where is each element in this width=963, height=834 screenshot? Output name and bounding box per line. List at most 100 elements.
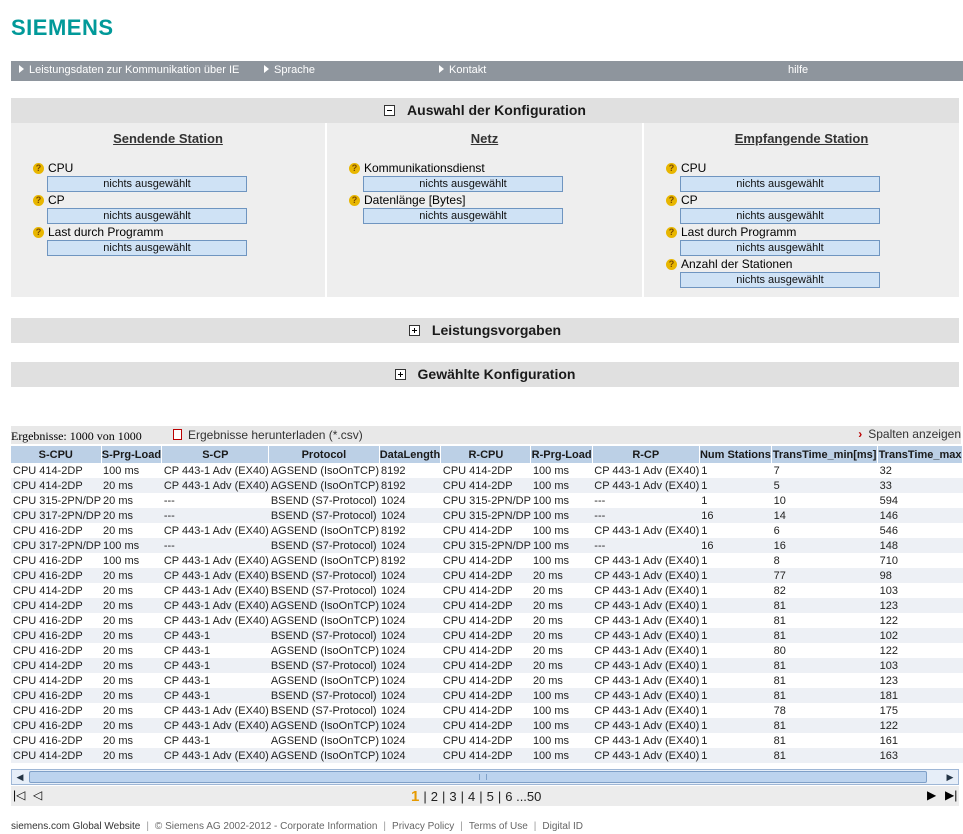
- table-row[interactable]: CPU 414-2DP 20 ms CP 443-1 Adv (EX40) AGSEN…: [11, 478, 963, 493]
- nav-link-leistungsdaten[interactable]: Leistungsdaten zur Kommunikation über IE: [19, 64, 239, 76]
- table-cell: 1: [699, 703, 772, 718]
- table-row[interactable]: CPU 416-2DP 20 ms CP 443-1 Adv (EX40) AGSEN…: [11, 718, 963, 733]
- page-current[interactable]: 1: [411, 788, 419, 805]
- table-cell: CP 443-1 Adv (EX40): [592, 628, 700, 643]
- column-header[interactable]: S-CPU: [11, 446, 102, 463]
- download-csv-link[interactable]: Ergebnisse herunterladen (*.csv): [173, 428, 363, 442]
- siemens-logo[interactable]: SIEMENS: [11, 15, 114, 41]
- receiving-cpu-selector[interactable]: nichts ausgewählt: [680, 176, 880, 192]
- table-row[interactable]: CPU 416-2DP 20 ms CP 443-1 Adv (EX40) BSEND…: [11, 568, 963, 583]
- table-cell: 1024: [379, 748, 441, 763]
- table-cell: 1024: [379, 718, 441, 733]
- table-cell: CP 443-1: [161, 733, 269, 748]
- help-icon[interactable]: ?: [666, 162, 677, 174]
- table-cell: CP 443-1: [161, 688, 269, 703]
- nav-link-help[interactable]: hilfe: [788, 64, 808, 76]
- column-header[interactable]: TransTime_min[ms]: [771, 446, 879, 463]
- page-link[interactable]: 2: [431, 789, 438, 804]
- sending-cpu-selector[interactable]: nichts ausgewählt: [47, 176, 247, 192]
- receiving-load-selector[interactable]: nichts ausgewählt: [680, 240, 880, 256]
- help-icon[interactable]: ?: [33, 194, 44, 206]
- nav-link-kontakt[interactable]: Kontakt: [439, 64, 486, 76]
- table-cell: 546: [877, 523, 963, 538]
- table-row[interactable]: CPU 416-2DP 100 ms CP 443-1 Adv (EX40) AGSE…: [11, 553, 963, 568]
- help-icon[interactable]: ?: [666, 226, 677, 238]
- table-row[interactable]: CPU 317-2PN/DP 100 ms --- BSEND (S7-Protoco…: [11, 538, 963, 553]
- table-row[interactable]: CPU 315-2PN/DP 20 ms --- BSEND (S7-Protocol…: [11, 493, 963, 508]
- section-selected-header[interactable]: Gewählte Konfiguration: [11, 362, 959, 387]
- sending-cp-selector[interactable]: nichts ausgewählt: [47, 208, 247, 224]
- page-link[interactable]: 4: [468, 789, 475, 804]
- table-row[interactable]: CPU 416-2DP 20 ms CP 443-1 BSEND (S7-Protoc…: [11, 688, 963, 703]
- section-config-header[interactable]: Auswahl der Konfiguration: [11, 98, 959, 123]
- table-cell: 1024: [379, 628, 441, 643]
- table-row[interactable]: CPU 414-2DP 100 ms CP 443-1 Adv (EX40) AGSE…: [11, 463, 963, 478]
- column-header[interactable]: DataLength: [379, 446, 442, 463]
- table-row[interactable]: CPU 416-2DP 20 ms CP 443-1 Adv (EX40) AGSEN…: [11, 523, 963, 538]
- table-cell: AGSEND (IsoOnTCP): [268, 733, 379, 748]
- network-length-selector[interactable]: nichts ausgewählt: [363, 208, 563, 224]
- page-link[interactable]: 3: [449, 789, 456, 804]
- help-icon[interactable]: ?: [33, 162, 44, 174]
- help-icon[interactable]: ?: [349, 194, 360, 206]
- table-cell: CPU 414-2DP: [440, 613, 531, 628]
- receiving-station-title[interactable]: Empfangende Station: [644, 131, 959, 146]
- table-cell: 8192: [379, 523, 441, 538]
- table-cell: 81: [771, 628, 878, 643]
- footer-brand-link[interactable]: siemens.com Global Website: [11, 821, 140, 832]
- help-icon[interactable]: ?: [666, 194, 677, 206]
- table-row[interactable]: CPU 416-2DP 20 ms CP 443-1 Adv (EX40) BSEND…: [11, 703, 963, 718]
- sending-station-title[interactable]: Sendende Station: [11, 131, 325, 146]
- help-icon[interactable]: ?: [349, 162, 360, 174]
- footer-link-privacy[interactable]: Privacy Policy: [392, 821, 454, 832]
- help-icon[interactable]: ?: [666, 258, 677, 270]
- scrollbar-thumb[interactable]: [29, 771, 927, 783]
- section-performance-header[interactable]: Leistungsvorgaben: [11, 318, 959, 343]
- table-cell: 1: [699, 463, 772, 478]
- network-title[interactable]: Netz: [327, 131, 642, 146]
- column-header[interactable]: Num Stations: [699, 446, 773, 463]
- column-header[interactable]: R-CPU: [440, 446, 532, 463]
- scroll-left-icon[interactable]: ◀: [12, 770, 28, 784]
- show-columns-link[interactable]: › Spalten anzeigen: [858, 427, 961, 441]
- page-link-more[interactable]: 6 ...50: [505, 789, 541, 804]
- help-icon[interactable]: ?: [33, 226, 44, 238]
- table-row[interactable]: CPU 416-2DP 20 ms CP 443-1 Adv (EX40) AGSEN…: [11, 613, 963, 628]
- table-row[interactable]: CPU 414-2DP 20 ms CP 443-1 BSEND (S7-Protoc…: [11, 658, 963, 673]
- table-row[interactable]: CPU 414-2DP 20 ms CP 443-1 Adv (EX40) BSEND…: [11, 583, 963, 598]
- receiving-stations-selector[interactable]: nichts ausgewählt: [680, 272, 880, 288]
- table-cell: CPU 414-2DP: [440, 643, 531, 658]
- table-row[interactable]: CPU 317-2PN/DP 20 ms --- BSEND (S7-Protocol…: [11, 508, 963, 523]
- column-header[interactable]: R-Prg-Load: [530, 446, 593, 463]
- table-cell: 20 ms: [530, 583, 593, 598]
- column-header[interactable]: S-CP: [161, 446, 270, 463]
- previous-page-icon[interactable]: ◁: [33, 788, 42, 802]
- last-page-icon[interactable]: ▶|: [945, 788, 957, 802]
- horizontal-scrollbar[interactable]: ◀ ▶: [11, 769, 959, 785]
- table-cell: CPU 414-2DP: [11, 748, 102, 763]
- receiving-cp-selector[interactable]: nichts ausgewählt: [680, 208, 880, 224]
- table-row[interactable]: CPU 416-2DP 20 ms CP 443-1 BSEND (S7-Protoc…: [11, 628, 963, 643]
- column-header[interactable]: R-CP: [592, 446, 700, 463]
- table-row[interactable]: CPU 414-2DP 20 ms CP 443-1 Adv (EX40) AGSEN…: [11, 748, 963, 763]
- table-row[interactable]: CPU 416-2DP 20 ms CP 443-1 AGSEND (IsoOnTCP…: [11, 733, 963, 748]
- footer-link-terms[interactable]: Terms of Use: [469, 821, 528, 832]
- first-page-icon[interactable]: |◁: [13, 788, 25, 802]
- network-service-selector[interactable]: nichts ausgewählt: [363, 176, 563, 192]
- nav-link-sprache[interactable]: Sprache: [264, 64, 315, 76]
- table-row[interactable]: CPU 414-2DP 20 ms CP 443-1 Adv (EX40) AGSEN…: [11, 598, 963, 613]
- footer-link-digital-id[interactable]: Digital ID: [542, 821, 583, 832]
- column-header[interactable]: TransTime_max: [877, 446, 963, 463]
- column-header[interactable]: S-Prg-Load: [101, 446, 163, 463]
- scroll-right-icon[interactable]: ▶: [942, 770, 958, 784]
- table-row[interactable]: CPU 414-2DP 20 ms CP 443-1 AGSEND (IsoOnTCP…: [11, 673, 963, 688]
- sending-load-selector[interactable]: nichts ausgewählt: [47, 240, 247, 256]
- table-cell: 20 ms: [101, 703, 162, 718]
- next-page-icon[interactable]: ▶: [927, 788, 936, 802]
- table-row[interactable]: CPU 416-2DP 20 ms CP 443-1 AGSEND (IsoOnTCP…: [11, 643, 963, 658]
- column-header[interactable]: Protocol: [268, 446, 380, 463]
- table-cell: CP 443-1 Adv (EX40): [592, 613, 700, 628]
- footer-link-corporate[interactable]: © Siemens AG 2002-2012 - Corporate Infor…: [155, 821, 378, 832]
- page-link[interactable]: 5: [487, 789, 494, 804]
- table-cell: CP 443-1 Adv (EX40): [161, 553, 269, 568]
